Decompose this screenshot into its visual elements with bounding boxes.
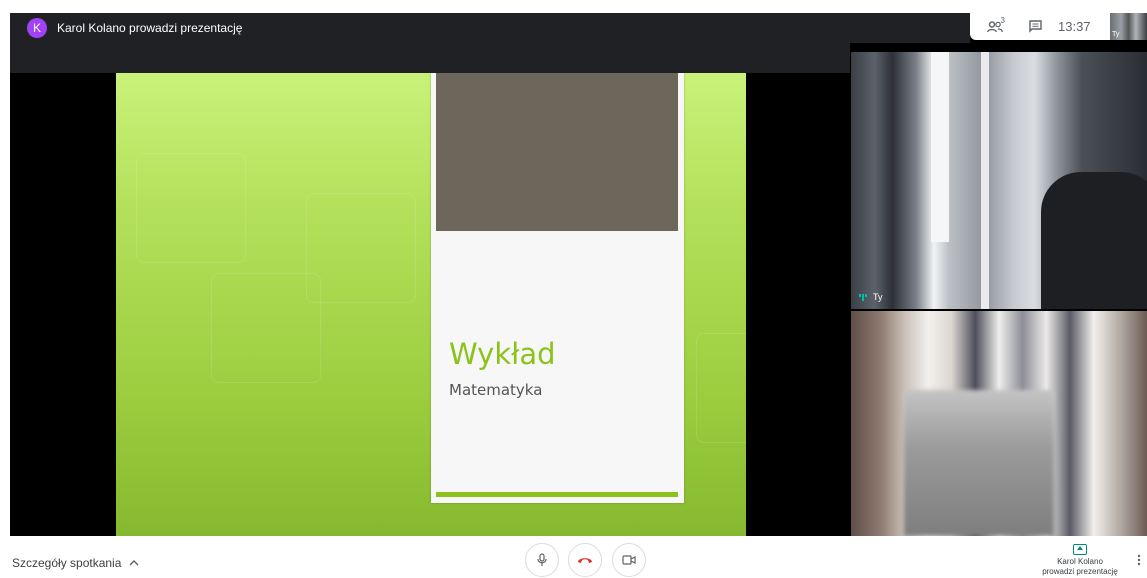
camera-icon [622,555,636,565]
slide-accent-bar [436,492,678,497]
self-tile-name: Ty [873,292,883,302]
present-label-line2: prowadzi prezentację [1042,567,1118,576]
top-right-panel: 3 13:37 Ty [970,13,1147,40]
more-options-button[interactable] [1137,554,1141,569]
video-background [981,52,989,309]
self-view-thumbnail[interactable]: Ty [1110,13,1147,40]
more-vert-icon [1137,554,1141,566]
people-button[interactable]: 3 [980,13,1010,40]
header-band [10,43,850,73]
slide-decoration [136,153,246,263]
bottom-toolbar: Szczegóły spotkania Karol Kolano prowadz… [0,540,1147,578]
participant-video-tile[interactable] [851,311,1147,536]
microphone-icon [537,553,547,566]
presentation-header: K Karol Kolano prowadzi prezentację [10,13,970,43]
speaking-indicator: Ty [859,292,883,302]
present-screen-icon [1073,544,1087,555]
participant-blurred [904,390,1054,536]
presentation-slide: Wykład Matematyka [116,73,746,536]
chat-button[interactable] [1020,13,1050,40]
presenter-avatar: K [27,18,47,38]
self-thumb-label: Ty [1112,31,1120,38]
hangup-icon [578,558,592,563]
slide-decoration [211,273,321,383]
slide-decoration [306,193,416,303]
slide-decoration [696,333,746,443]
microphone-button[interactable] [525,543,559,577]
hangup-button[interactable] [568,543,602,577]
chat-icon [1028,20,1042,33]
video-background [1041,172,1147,309]
meet-window: K Karol Kolano prowadzi prezentację 3 13… [0,0,1147,578]
camera-button[interactable] [612,543,646,577]
slide-subtitle: Matematyka [449,381,543,399]
audio-level-icon [859,293,867,301]
slide-title-card: Wykład Matematyka [431,73,684,503]
slide-image [436,73,678,231]
people-count: 3 [1000,16,1005,25]
video-background [931,52,949,242]
meeting-details-button[interactable]: Szczegóły spotkania [12,556,139,570]
present-label-line1: Karol Kolano [1057,557,1103,566]
clock: 13:37 [1058,19,1091,34]
presenting-status-button[interactable]: Karol Kolano prowadzi prezentację [1030,542,1130,577]
meeting-details-label: Szczegóły spotkania [12,556,122,570]
chevron-up-icon [129,560,139,566]
self-video-tile[interactable]: Ty [851,52,1147,309]
slide-title: Wykład [449,337,556,371]
presenting-title: Karol Kolano prowadzi prezentację [57,21,243,35]
